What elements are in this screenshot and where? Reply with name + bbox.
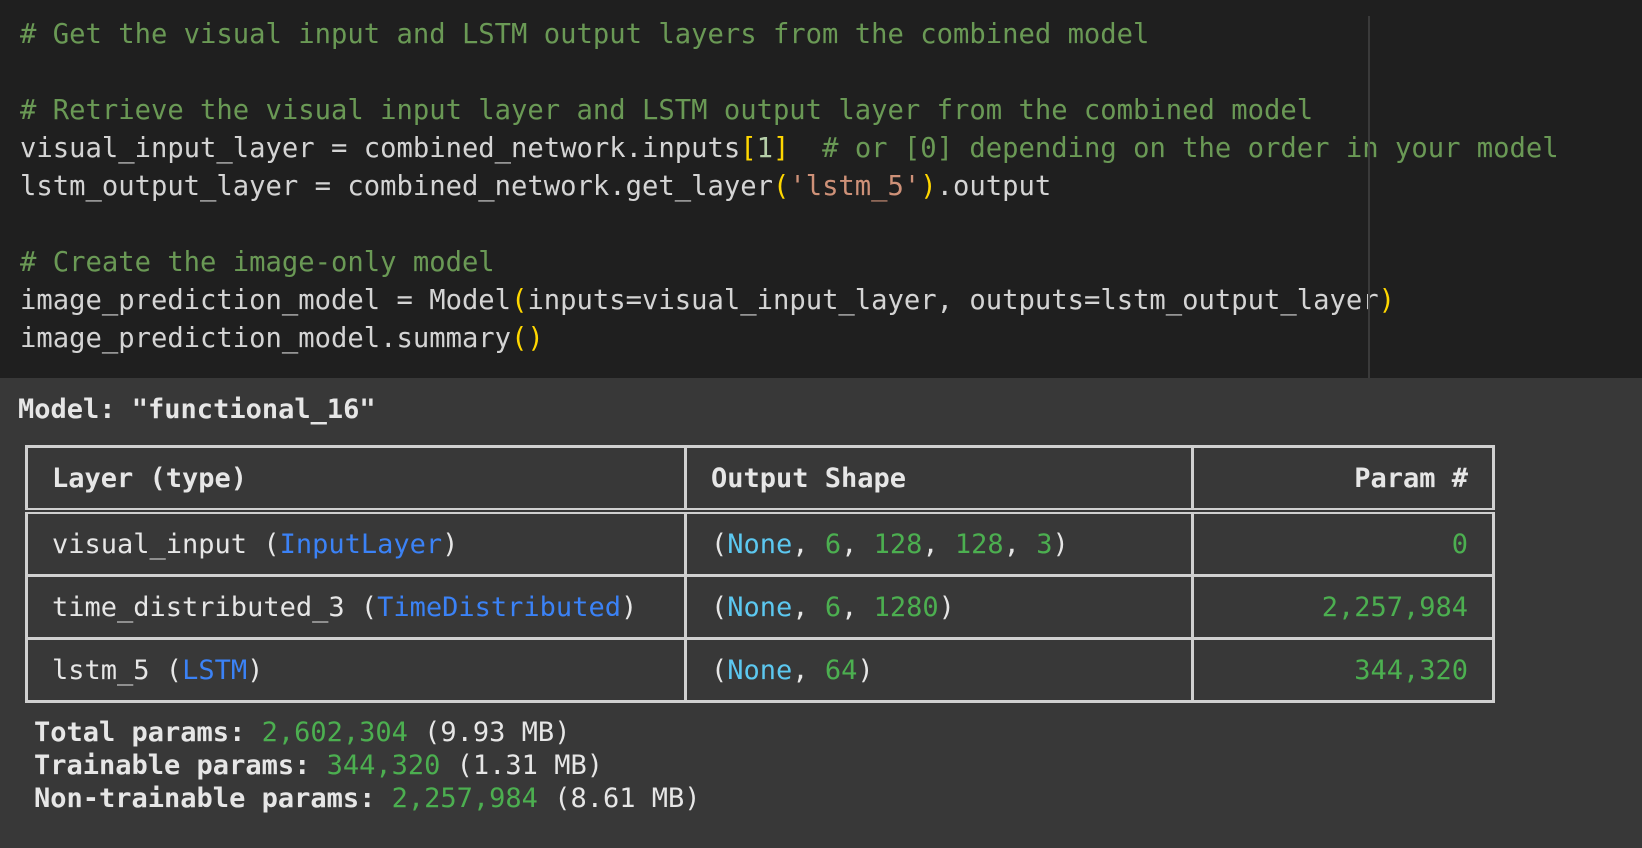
punct: , [922, 528, 955, 560]
trainable-params-label: Trainable params: [34, 750, 327, 781]
punct: , [841, 591, 874, 623]
punct: , [792, 528, 825, 560]
layer-cell: time_distributed_3 (TimeDistributed) [25, 574, 687, 640]
punct: ) [247, 654, 264, 686]
punct: ( [711, 591, 728, 623]
code-text: lstm_output_layer = combined_network.get… [20, 171, 773, 202]
code-line-5: lstm_output_layer = combined_network.get… [20, 168, 1051, 206]
layer-name: visual_input [52, 528, 248, 560]
total-params-size: (9.93 MB) [407, 717, 571, 748]
total-params-label: Total params: [34, 717, 262, 748]
total-params-value: 2,602,304 [261, 717, 408, 748]
shape-dim: 6 [824, 528, 842, 560]
code-line-8: image_prediction_model = Model(inputs=vi… [20, 282, 1395, 320]
code-text: visual_input_layer = combined_network.in… [20, 133, 741, 164]
punct: ) [857, 654, 874, 686]
model-title: Model: "functional_16" [18, 394, 376, 425]
bracket: [ [740, 133, 757, 164]
string-literal: 'lstm_5' [789, 171, 921, 202]
table-header-row: Layer (type) Output Shape Param # [25, 445, 1495, 513]
param-count: 2,257,984 [1191, 574, 1495, 640]
param-count: 344,320 [1191, 637, 1495, 703]
model-summary-table: Layer (type) Output Shape Param # visual… [25, 445, 1495, 703]
punct: ) [938, 591, 955, 623]
punct: ) [620, 591, 638, 623]
number-literal: 1 [756, 133, 773, 164]
non-trainable-params-value: 2,257,984 [391, 783, 538, 814]
bracket: ) [1378, 285, 1395, 316]
layer-cell: visual_input (InputLayer) [25, 509, 687, 577]
none-dim: None [727, 528, 793, 560]
punct: ) [442, 528, 459, 560]
layer-type: TimeDistributed [377, 591, 621, 623]
table-row: visual_input (InputLayer) (None, 6, 128,… [25, 509, 1495, 577]
total-params-line: Total params: 2,602,304 (9.93 MB) [34, 716, 701, 749]
layer-cell: lstm_5 (LSTM) [25, 637, 687, 703]
editor-ruler [1368, 16, 1370, 378]
param-totals: Total params: 2,602,304 (9.93 MB) Traina… [34, 716, 701, 815]
shape-cell: (None, 64) [684, 637, 1194, 703]
shape-dim: 64 [824, 654, 858, 686]
code-text: image_prediction_model.summary [20, 323, 512, 354]
code-line-7: # Create the image-only model [20, 247, 495, 278]
trainable-params-line: Trainable params: 344,320 (1.31 MB) [34, 749, 701, 782]
table-row: lstm_5 (LSTM) (None, 64) 344,320 [25, 637, 1495, 703]
non-trainable-params-size: (8.61 MB) [537, 783, 701, 814]
param-count: 0 [1191, 509, 1495, 577]
shape-dim: 128 [873, 528, 923, 560]
shape-dim: 128 [954, 528, 1004, 560]
cell-output: Model: "functional_16" Layer (type) Outp… [0, 378, 1642, 848]
code-text: inputs=visual_input_layer, outputs=lstm_… [527, 285, 1379, 316]
code-line-3: # Retrieve the visual input layer and LS… [20, 95, 1314, 126]
code-line-1: # Get the visual input and LSTM output l… [20, 19, 1150, 50]
header-output-shape: Output Shape [684, 445, 1194, 513]
layer-name: lstm_5 [52, 654, 150, 686]
punct: ) [1052, 528, 1069, 560]
code-text: image_prediction_model = Model [20, 285, 512, 316]
shape-cell: (None, 6, 1280) [684, 574, 1194, 640]
punct: , [792, 591, 825, 623]
layer-name: time_distributed_3 [52, 591, 345, 623]
bracket: ( [772, 171, 790, 202]
shape-dim: 6 [824, 591, 842, 623]
punct: ( [247, 528, 280, 560]
non-trainable-params-line: Non-trainable params: 2,257,984 (8.61 MB… [34, 782, 701, 815]
punct: ( [344, 591, 378, 623]
trainable-params-size: (1.31 MB) [440, 750, 603, 781]
header-param-count: Param # [1191, 445, 1495, 513]
none-dim: None [727, 591, 793, 623]
layer-type: LSTM [182, 654, 248, 686]
table-row: time_distributed_3 (TimeDistributed) (No… [25, 574, 1495, 640]
code-text: .output [936, 171, 1052, 202]
punct: ( [711, 654, 728, 686]
shape-dim: 3 [1036, 528, 1053, 560]
bracket: ( [511, 285, 528, 316]
punct: ( [149, 654, 183, 686]
code-cell-editor[interactable]: # Get the visual input and LSTM output l… [0, 0, 1642, 378]
code-line-9: image_prediction_model.summary() [20, 320, 544, 358]
code-line-4: visual_input_layer = combined_network.in… [20, 130, 1559, 168]
shape-cell: (None, 6, 128, 128, 3) [684, 509, 1194, 577]
header-layer-type: Layer (type) [25, 445, 687, 513]
layer-type: InputLayer [279, 528, 443, 560]
punct: , [792, 654, 825, 686]
bracket: ) [920, 171, 937, 202]
non-trainable-params-label: Non-trainable params: [34, 783, 392, 814]
bracket: () [511, 323, 544, 354]
trainable-params-value: 344,320 [326, 750, 441, 781]
punct: , [841, 528, 874, 560]
shape-dim: 1280 [873, 591, 939, 623]
punct: ( [711, 528, 728, 560]
bracket: ] [772, 133, 790, 164]
inline-comment: # or [0] depending on the order in your … [789, 133, 1559, 164]
none-dim: None [727, 654, 793, 686]
punct: , [1003, 528, 1037, 560]
